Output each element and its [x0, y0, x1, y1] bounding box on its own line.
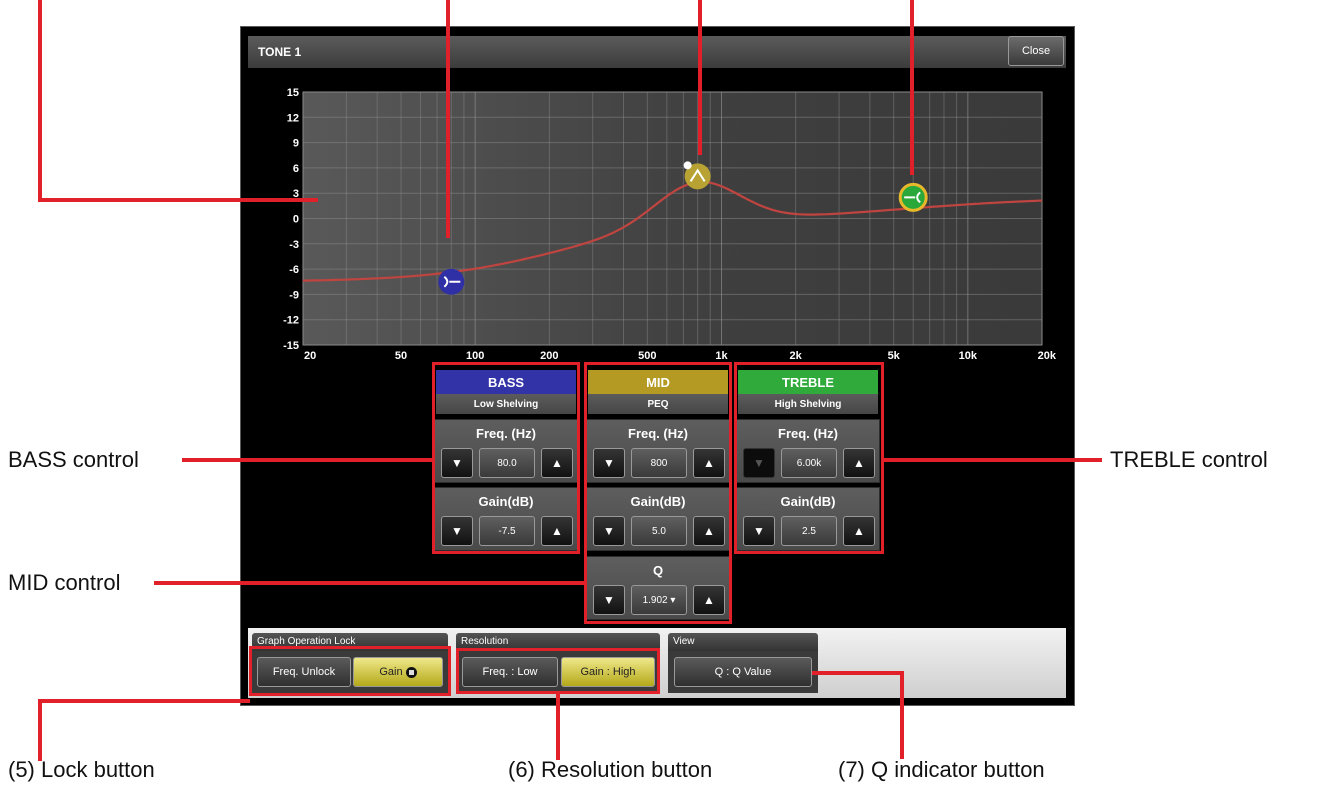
x-tick-label: 5k: [888, 350, 901, 362]
x-tick-label: 500: [638, 350, 656, 362]
bass-control-leader: [182, 458, 434, 462]
lock-highlight-box: [249, 646, 451, 696]
window-title: TONE 1: [258, 45, 302, 59]
lock-leader-vertical: [38, 699, 42, 761]
q-leader-horizontal: [812, 671, 904, 675]
mid-control-callout: MID control: [8, 570, 121, 595]
graph-leader-vertical: [38, 0, 42, 200]
y-tick-label: -6: [289, 264, 299, 276]
x-tick-label: 20k: [1038, 350, 1057, 362]
graph-leader-horizontal: [38, 198, 318, 202]
y-tick-label: 9: [293, 138, 299, 150]
mid-node-leader: [698, 0, 702, 155]
resolution-button-callout: (6) Resolution button: [508, 757, 713, 782]
x-tick-label: 2k: [790, 350, 803, 362]
treble-control-leader: [884, 458, 1102, 462]
lock-leader-horizontal: [38, 699, 250, 703]
view-group-label: View: [668, 633, 818, 651]
y-tick-label: -9: [289, 289, 299, 301]
x-tick-label: 1k: [715, 350, 728, 362]
x-tick-label: 200: [540, 350, 558, 362]
curve-leader: [446, 0, 450, 238]
y-tick-label: 15: [287, 87, 299, 99]
lock-button-callout: (5) Lock button: [8, 757, 155, 782]
x-tick-label: 10k: [959, 350, 978, 362]
y-tick-labels: 15129630-3-6-9-12-15: [283, 87, 299, 352]
x-tick-label: 100: [466, 350, 484, 362]
treble-control-callout: TREBLE control: [1110, 447, 1268, 472]
mid-control-leader: [154, 581, 586, 585]
x-tick-label: 50: [395, 350, 407, 362]
treble-node[interactable]: [898, 182, 928, 212]
y-tick-label: 0: [293, 214, 299, 226]
q-leader-vertical: [900, 671, 904, 759]
eq-graph[interactable]: 15129630-3-6-9-12-15 20 50 100 200 500 1k 2k 5k…: [248, 80, 1066, 362]
x-tick-label: 20: [304, 350, 316, 362]
resolution-leader: [556, 694, 560, 760]
resolution-highlight-box: [456, 648, 660, 694]
title-bar: [248, 36, 1066, 68]
treble-highlight-box: [734, 362, 884, 554]
q-indicator-button[interactable]: Q : Q Value: [674, 657, 812, 687]
mid-q-handle[interactable]: [683, 161, 692, 170]
y-tick-label: -15: [283, 340, 299, 352]
mid-highlight-box: [584, 362, 732, 624]
y-tick-label: 12: [287, 112, 299, 124]
bass-highlight-box: [432, 362, 580, 554]
y-tick-label: 6: [293, 163, 299, 175]
close-button[interactable]: Close: [1008, 36, 1064, 66]
bass-node[interactable]: [438, 268, 465, 295]
q-indicator-callout: (7) Q indicator button: [838, 757, 1045, 782]
treble-node-leader: [910, 0, 914, 175]
bass-control-callout: BASS control: [8, 447, 139, 472]
x-tick-labels: 20 50 100 200 500 1k 2k 5k 10k 20k: [304, 350, 1057, 362]
y-tick-label: -3: [289, 239, 299, 251]
y-tick-label: -12: [283, 315, 299, 327]
